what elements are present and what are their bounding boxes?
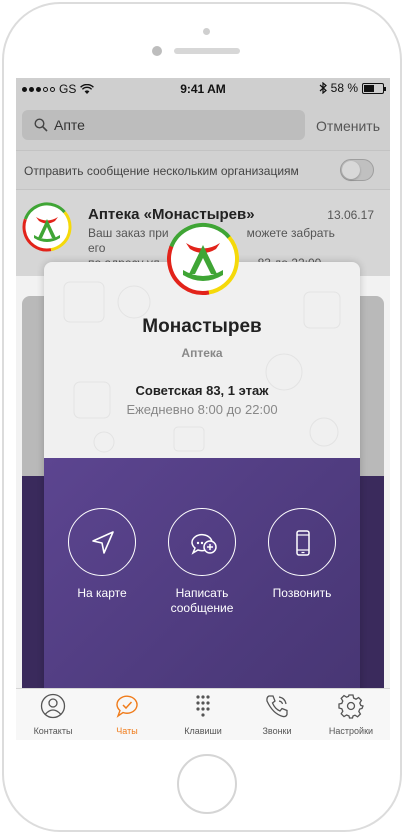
chat-date: 13.06.17 <box>327 208 374 222</box>
tab-contacts-label: Контакты <box>33 726 73 736</box>
preview-line1-start: Ваш заказ при <box>88 226 169 240</box>
map-action[interactable]: На карте <box>52 508 152 601</box>
message-label-line1: Написать <box>175 586 229 600</box>
tab-keypad-label: Клавиши <box>184 726 222 736</box>
tab-calls-label: Звонки <box>262 726 292 736</box>
search-field-container[interactable] <box>22 110 305 140</box>
status-right: 58 % <box>319 81 386 95</box>
call-label: Позвонить <box>272 586 332 600</box>
message-button[interactable] <box>168 508 236 576</box>
tab-contacts[interactable]: Контакты <box>16 693 90 736</box>
battery-percent: 58 % <box>330 81 358 95</box>
status-bar: GS 9:41 AM 58 % <box>16 78 390 100</box>
broadcast-row: Отправить сообщение нескольким организац… <box>16 150 390 190</box>
organization-name: Монастырев <box>142 316 262 337</box>
bluetooth-icon <box>319 82 327 94</box>
chat-add-icon <box>191 533 217 555</box>
map-button[interactable] <box>68 508 136 576</box>
organization-logo-icon <box>167 223 239 295</box>
battery-icon <box>362 82 386 94</box>
tab-chats-label: Чаты <box>116 726 138 736</box>
tab-settings[interactable]: Настройки <box>314 693 388 736</box>
earpiece-speaker <box>174 48 240 54</box>
message-action[interactable]: Написать сообщение <box>152 508 252 616</box>
call-button[interactable] <box>268 508 336 576</box>
search-bar: Отменить <box>16 100 390 150</box>
person-icon <box>40 693 66 719</box>
home-button[interactable] <box>177 754 237 814</box>
tab-settings-label: Настройки <box>328 726 374 736</box>
organization-hours: Ежедневно 8:00 до 22:00 <box>126 402 278 417</box>
organization-address: Советская 83, 1 этаж <box>135 383 269 398</box>
proximity-sensor <box>203 28 210 35</box>
pharmacy-logo-icon <box>22 202 72 252</box>
mobile-phone-icon <box>296 530 310 556</box>
organization-card: Монастырев Аптека Советская 83, 1 этаж Е… <box>44 262 360 740</box>
gear-icon <box>338 694 364 719</box>
navigation-arrow-icon <box>92 531 114 554</box>
tab-bar: Контакты Чаты Клавиши Звонки Настройки <box>16 688 390 740</box>
search-icon <box>34 118 48 132</box>
broadcast-label: Отправить сообщение нескольким организац… <box>24 164 299 178</box>
cancel-button[interactable]: Отменить <box>316 118 380 134</box>
organization-type: Аптека <box>181 346 223 360</box>
tab-calls[interactable]: Звонки <box>240 693 314 736</box>
phone-icon <box>266 695 288 718</box>
tab-keypad[interactable]: Клавиши <box>166 693 240 736</box>
map-label: На карте <box>77 586 127 600</box>
front-camera <box>152 46 162 56</box>
screen: GS 9:41 AM 58 % Отменить Отпра <box>16 78 390 740</box>
call-action[interactable]: Позвонить <box>252 508 352 601</box>
message-label: Написать сообщение <box>152 586 252 616</box>
keypad-icon <box>196 695 210 717</box>
broadcast-toggle[interactable] <box>340 159 374 181</box>
chat-check-icon <box>116 695 138 718</box>
message-label-line2: сообщение <box>170 601 234 615</box>
search-input[interactable] <box>54 115 294 135</box>
tab-chats[interactable]: Чаты <box>90 693 164 736</box>
chat-name: Аптека «Монастырев» <box>88 206 255 223</box>
